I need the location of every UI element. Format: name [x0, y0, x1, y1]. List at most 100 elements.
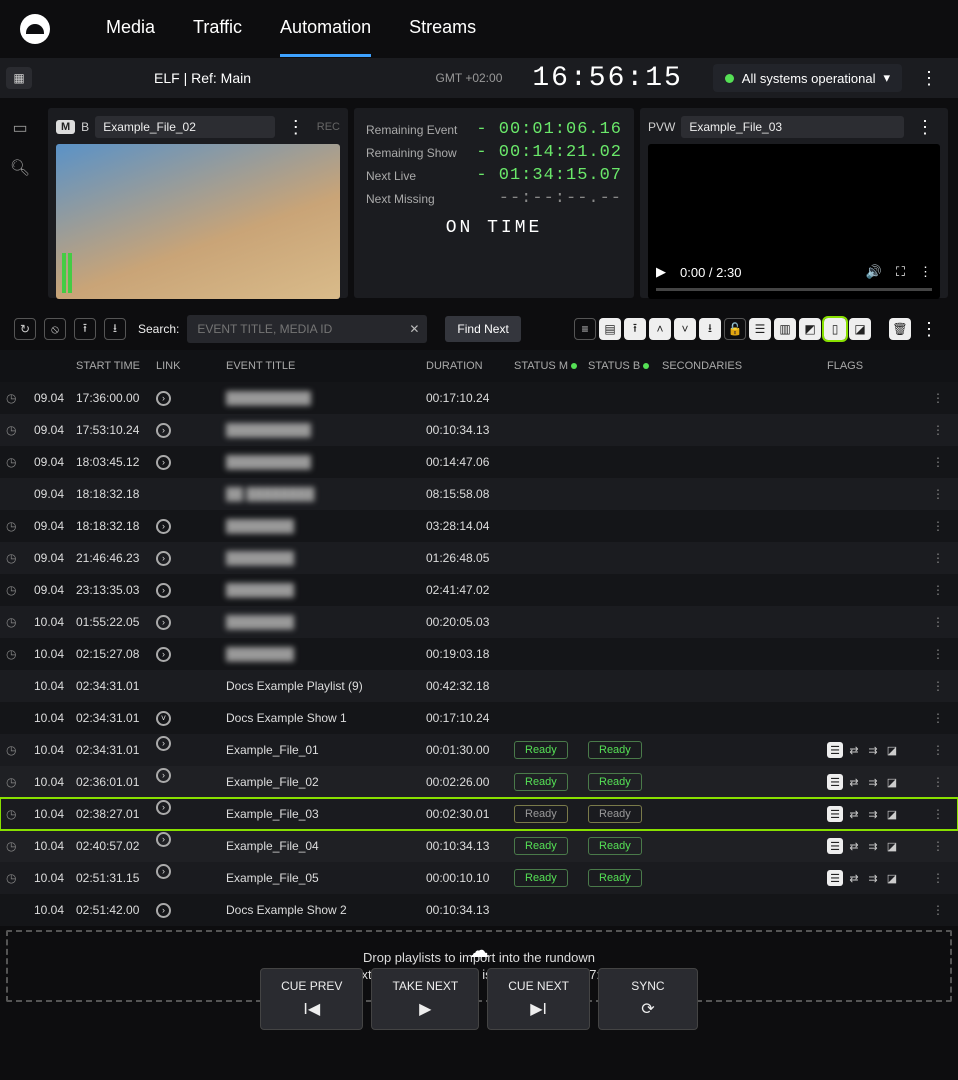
note-icon[interactable]: ☰	[827, 806, 843, 822]
tool-r-9[interactable]: ◩	[799, 318, 821, 340]
note-icon[interactable]: ☰	[827, 838, 843, 854]
tool-r-6[interactable]: ⭳	[699, 318, 721, 340]
note-icon[interactable]: ☰	[827, 774, 843, 790]
toolbar-more-icon[interactable]: ⋮	[914, 319, 944, 340]
nav-media[interactable]: Media	[106, 1, 155, 57]
search-icon[interactable]: 🔍︎	[10, 158, 30, 178]
status-bar: ▦ ELF | Ref: Main GMT +02:00 16:56:15 Al…	[0, 58, 958, 98]
tool-r-4[interactable]: ˄	[649, 318, 671, 340]
row-more-icon[interactable]: ⋮	[932, 615, 944, 629]
row-more-icon[interactable]: ⋮	[932, 679, 944, 693]
pvw-filename[interactable]: Example_File_03	[681, 116, 904, 138]
row-more-icon[interactable]: ⋮	[932, 455, 944, 469]
table-row[interactable]: 10.0402:51:42.00›Docs Example Show 200:1…	[0, 894, 958, 926]
flag-icon-2[interactable]: ⇉	[865, 742, 881, 758]
table-row[interactable]: ◷10.0401:55:22.05›████████00:20:05.03⋮	[0, 606, 958, 638]
pvw-more-icon[interactable]: ⋮	[910, 117, 940, 138]
tool-r-7[interactable]: ☰	[749, 318, 771, 340]
row-more-icon[interactable]: ⋮	[932, 519, 944, 533]
refresh-icon[interactable]: ↻	[14, 318, 36, 340]
flag-icon-3[interactable]: ◪	[884, 774, 900, 790]
sync-button[interactable]: SYNC⟳	[598, 968, 698, 1030]
volume-icon[interactable]: 🔊	[866, 264, 882, 280]
flag-icon-2[interactable]: ⇉	[865, 806, 881, 822]
find-next-button[interactable]: Find Next	[445, 316, 520, 342]
row-duration: 00:00:10.10	[426, 871, 514, 885]
tool-r-8[interactable]: ▥	[774, 318, 796, 340]
flag-icon-2[interactable]: ⇉	[865, 774, 881, 790]
lock-icon[interactable]: 🔓	[724, 318, 746, 340]
tool-icon-2[interactable]: ⭱	[74, 318, 96, 340]
flag-icon-1[interactable]: ⇄	[846, 742, 862, 758]
tool-r-3[interactable]: ⭱	[624, 318, 646, 340]
layout-icon[interactable]: ▦	[6, 67, 32, 89]
tool-r-1[interactable]: ≡	[574, 318, 596, 340]
flag-icon-3[interactable]: ◪	[884, 806, 900, 822]
row-more-icon[interactable]: ⋮	[932, 903, 944, 917]
player-progress[interactable]	[656, 288, 932, 291]
table-row[interactable]: ◷09.0418:18:32.18›████████03:28:14.04⋮	[0, 510, 958, 542]
flag-icon-3[interactable]: ◪	[884, 742, 900, 758]
row-more-icon[interactable]: ⋮	[932, 391, 944, 405]
nav-traffic[interactable]: Traffic	[193, 1, 242, 57]
flag-icon-1[interactable]: ⇄	[846, 838, 862, 854]
tool-r-10[interactable]: ◪	[849, 318, 871, 340]
row-more-icon[interactable]: ⋮	[932, 711, 944, 725]
row-title: ████████	[226, 519, 426, 533]
fullscreen-icon[interactable]: ⛶	[896, 264, 905, 280]
row-more-icon[interactable]: ⋮	[932, 807, 944, 821]
table-row[interactable]: ◷09.0423:13:35.03›████████02:41:47.02⋮	[0, 574, 958, 606]
table-row[interactable]: 10.0402:34:31.01˅Docs Example Show 100:1…	[0, 702, 958, 734]
table-row[interactable]: ◷10.0402:38:27.01›Example_File_0300:02:3…	[0, 798, 958, 830]
monitor-icon[interactable]: ▭	[12, 118, 27, 138]
row-more-icon[interactable]: ⋮	[932, 423, 944, 437]
delete-icon[interactable]: 🗑	[889, 318, 911, 340]
nav-streams[interactable]: Streams	[409, 1, 476, 57]
flag-icon-2[interactable]: ⇉	[865, 838, 881, 854]
row-more-icon[interactable]: ⋮	[932, 647, 944, 661]
nav-automation[interactable]: Automation	[280, 1, 371, 57]
tool-icon-1[interactable]: ⦸	[44, 318, 66, 340]
cue-prev-button[interactable]: CUE PREVI◀	[260, 968, 363, 1030]
table-row[interactable]: ◷10.0402:34:31.01›Example_File_0100:01:3…	[0, 734, 958, 766]
search-input[interactable]	[187, 315, 427, 343]
table-row[interactable]: ◷10.0402:51:31.15›Example_File_0500:00:1…	[0, 862, 958, 894]
tool-icon-3[interactable]: ⭳	[104, 318, 126, 340]
flag-icon-2[interactable]: ⇉	[865, 870, 881, 886]
cue-next-button[interactable]: CUE NEXT▶I	[487, 968, 590, 1030]
table-row[interactable]: 09.0418:18:32.18██ ████████08:15:58.08⋮	[0, 478, 958, 510]
table-row[interactable]: ◷09.0417:53:10.24›██████████00:10:34.13⋮	[0, 414, 958, 446]
tool-r-2[interactable]: ▤	[599, 318, 621, 340]
player-more-icon[interactable]: ⋮	[919, 264, 932, 280]
row-more-icon[interactable]: ⋮	[932, 487, 944, 501]
note-icon[interactable]: ☰	[827, 870, 843, 886]
live-filename[interactable]: Example_File_02	[95, 116, 275, 138]
row-more-icon[interactable]: ⋮	[932, 775, 944, 789]
flag-icon-3[interactable]: ◪	[884, 870, 900, 886]
take-next-button[interactable]: TAKE NEXT▶	[371, 968, 479, 1030]
row-more-icon[interactable]: ⋮	[932, 871, 944, 885]
tool-r-5[interactable]: ˅	[674, 318, 696, 340]
row-more-icon[interactable]: ⋮	[932, 551, 944, 565]
flag-icon-1[interactable]: ⇄	[846, 870, 862, 886]
clear-search-icon[interactable]: ✕	[409, 322, 419, 336]
flag-icon-3[interactable]: ◪	[884, 838, 900, 854]
system-status[interactable]: All systems operational ▾	[713, 64, 902, 92]
table-row[interactable]: ◷09.0418:03:45.12›██████████00:14:47.06⋮	[0, 446, 958, 478]
live-more-icon[interactable]: ⋮	[281, 117, 311, 138]
row-more-icon[interactable]: ⋮	[932, 839, 944, 853]
flag-icon-1[interactable]: ⇄	[846, 774, 862, 790]
tool-r-highlighted[interactable]: ▯	[824, 318, 846, 340]
flag-icon-1[interactable]: ⇄	[846, 806, 862, 822]
table-row[interactable]: ◷10.0402:36:01.01›Example_File_0200:02:2…	[0, 766, 958, 798]
table-row[interactable]: ◷09.0421:46:46.23›████████01:26:48.05⋮	[0, 542, 958, 574]
table-row[interactable]: ◷10.0402:15:27.08›████████00:19:03.18⋮	[0, 638, 958, 670]
table-row[interactable]: ◷09.0417:36:00.00›██████████00:17:10.24⋮	[0, 382, 958, 414]
table-row[interactable]: 10.0402:34:31.01Docs Example Playlist (9…	[0, 670, 958, 702]
note-icon[interactable]: ☰	[827, 742, 843, 758]
more-menu-icon[interactable]: ⋮	[914, 68, 944, 89]
table-row[interactable]: ◷10.0402:40:57.02›Example_File_0400:10:3…	[0, 830, 958, 862]
play-icon[interactable]: ▶	[656, 264, 666, 280]
row-more-icon[interactable]: ⋮	[932, 743, 944, 757]
row-more-icon[interactable]: ⋮	[932, 583, 944, 597]
